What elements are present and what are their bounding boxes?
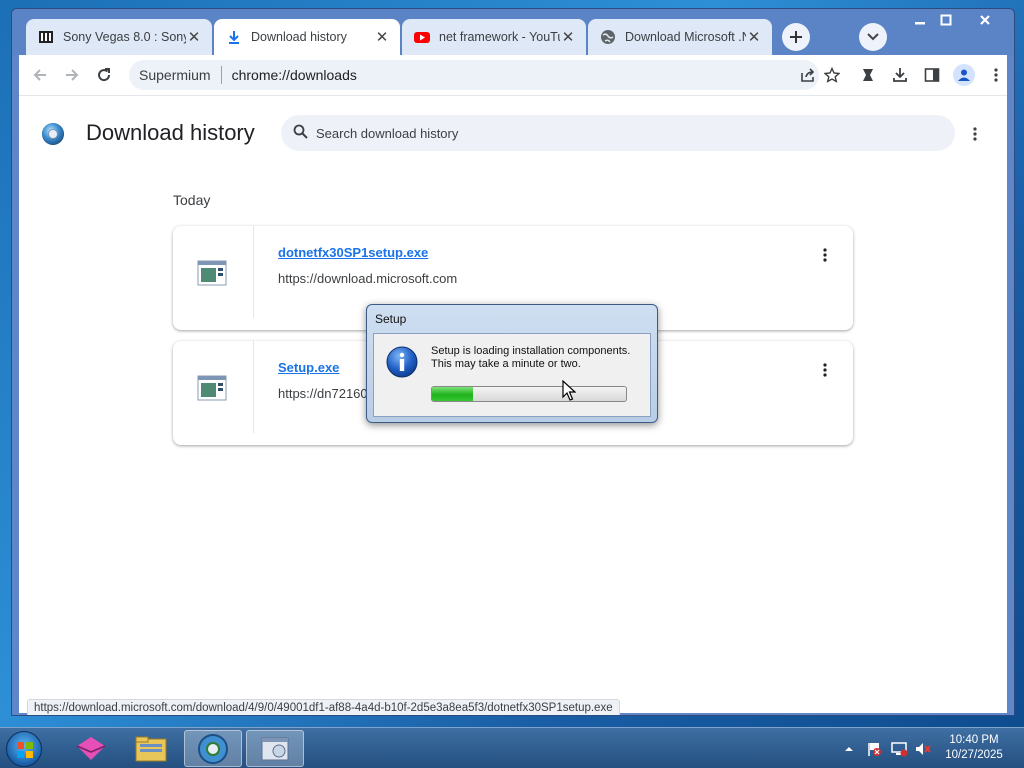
minimize-button[interactable]	[906, 9, 934, 31]
back-button[interactable]	[29, 64, 51, 86]
profile-avatar-icon[interactable]	[953, 64, 975, 86]
forward-button[interactable]	[61, 64, 83, 86]
side-panel-icon[interactable]	[921, 64, 943, 86]
browser-taskbar-icon[interactable]	[184, 730, 242, 767]
tab-title: Download Microsoft .N	[625, 30, 746, 44]
tab-sony-vegas[interactable]: Sony Vegas 8.0 : Sony ✕	[26, 19, 212, 55]
address-bar[interactable]: Supermium chrome://downloads	[129, 60, 819, 90]
lab-flask-icon[interactable]	[857, 64, 879, 86]
show-hidden-icons-button[interactable]	[844, 728, 854, 768]
download-filename-link[interactable]: Setup.exe	[278, 360, 339, 375]
tab-download-history[interactable]: Download history ✕	[214, 19, 400, 55]
url-text[interactable]: chrome://downloads	[232, 67, 357, 83]
share-icon[interactable]	[797, 64, 819, 86]
link-status-bubble: https://download.microsoft.com/download/…	[27, 699, 620, 715]
more-actions-icon[interactable]	[815, 244, 835, 266]
more-actions-icon[interactable]	[815, 359, 835, 381]
download-source-url[interactable]: https://dn72160	[278, 386, 368, 401]
downloads-menu-icon[interactable]	[965, 123, 985, 145]
file-icon	[197, 375, 227, 401]
close-icon[interactable]: ✕	[374, 28, 390, 46]
setup-progress-bar	[431, 386, 627, 402]
search-download-history-input[interactable]: Search download history	[281, 115, 955, 151]
dialog-message-line: This may take a minute or two.	[431, 358, 581, 370]
new-tab-button[interactable]	[782, 23, 810, 51]
setup-dialog[interactable]: Setup Setup is loading installation comp…	[366, 304, 658, 423]
system-clock[interactable]: 10:40 PM 10/27/2025	[938, 733, 1010, 763]
toolbar: Supermium chrome://downloads	[19, 55, 1007, 95]
network-icon[interactable]	[890, 728, 908, 768]
browser-menu-icon[interactable]	[985, 64, 1007, 86]
search-icon	[293, 124, 308, 142]
dialog-title: Setup	[375, 312, 407, 326]
omnibox-divider	[220, 66, 222, 84]
supermium-logo-icon	[41, 122, 65, 146]
globe-icon	[600, 29, 616, 45]
card-divider	[253, 341, 254, 433]
tab-title: Download history	[251, 30, 347, 44]
date-section-label: Today	[173, 192, 211, 208]
site-label: Supermium	[139, 67, 211, 83]
tab-search-button[interactable]	[859, 23, 887, 51]
action-center-flag-icon[interactable]	[866, 728, 882, 768]
close-window-button[interactable]	[970, 9, 1000, 31]
tab-title: Sony Vegas 8.0 : Sony	[63, 30, 186, 44]
progress-fill	[432, 387, 473, 401]
mouse-pointer-icon	[562, 379, 577, 402]
dialog-message: Setup is loading installation components…	[431, 345, 630, 371]
tab-title: net framework - YouTu	[439, 30, 560, 44]
search-placeholder: Search download history	[316, 125, 459, 141]
tab-youtube[interactable]: net framework - YouTu ✕	[402, 19, 586, 55]
download-source-url[interactable]: https://download.microsoft.com	[278, 271, 457, 286]
clock-time: 10:40 PM	[949, 734, 999, 746]
close-icon[interactable]: ✕	[746, 28, 762, 46]
file-explorer-icon[interactable]	[122, 730, 180, 767]
tab-download-microsoft[interactable]: Download Microsoft .N ✕	[588, 19, 772, 55]
archive-icon	[38, 29, 54, 45]
file-icon	[197, 260, 227, 286]
info-icon	[386, 346, 418, 378]
downloads-icon[interactable]	[889, 64, 911, 86]
card-divider	[253, 226, 254, 318]
close-icon[interactable]: ✕	[560, 28, 576, 46]
maximize-button[interactable]	[932, 9, 960, 31]
start-button[interactable]	[6, 731, 42, 767]
tab-strip: Sony Vegas 8.0 : Sony ✕ Download history…	[12, 9, 1014, 55]
setup-taskbar-icon[interactable]	[246, 730, 304, 767]
download-icon	[226, 29, 242, 45]
dialog-message-line: Setup is loading installation components…	[431, 345, 631, 357]
taskbar-app-icon[interactable]	[62, 730, 120, 767]
dialog-body: Setup is loading installation components…	[373, 333, 651, 417]
close-icon[interactable]: ✕	[186, 28, 202, 46]
bookmark-star-icon[interactable]	[821, 64, 843, 86]
volume-muted-icon[interactable]	[914, 728, 932, 768]
youtube-icon	[414, 29, 430, 45]
taskbar: 10:40 PM 10/27/2025	[0, 727, 1024, 768]
download-filename-link[interactable]: dotnetfx30SP1setup.exe	[278, 245, 428, 260]
clock-date: 10/27/2025	[945, 749, 1003, 761]
reload-button[interactable]	[93, 64, 115, 86]
page-title: Download history	[86, 120, 255, 145]
